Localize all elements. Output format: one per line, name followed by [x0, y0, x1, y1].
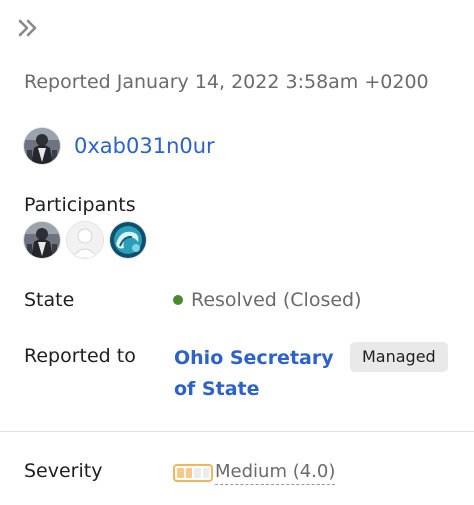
- reported-date: Reported January 14, 2022 3:58am +0200: [24, 71, 429, 93]
- state-value: Resolved (Closed): [173, 289, 362, 311]
- severity-value[interactable]: Medium (4.0): [173, 460, 336, 485]
- double-chevron-right-icon: [18, 19, 37, 37]
- section-divider: [0, 431, 474, 432]
- severity-meter-segment: [185, 467, 192, 478]
- participant-avatar-wave[interactable]: [110, 222, 146, 258]
- state-value-text: Resolved (Closed): [191, 289, 362, 311]
- program-link[interactable]: Ohio Secretary of State: [174, 343, 346, 405]
- managed-badge: Managed: [350, 342, 448, 372]
- reporter: 0xab031n0ur: [24, 126, 215, 166]
- participants-label: Participants: [24, 194, 136, 216]
- severity-meter-segment: [177, 467, 184, 478]
- status-dot-icon: [173, 295, 183, 305]
- severity-meter-icon: [173, 463, 213, 482]
- severity-value-text: Medium (4.0): [215, 460, 336, 485]
- participants-list: [24, 222, 153, 258]
- reporter-username-link[interactable]: 0xab031n0ur: [74, 134, 215, 158]
- participant-avatar-default[interactable]: [67, 222, 103, 258]
- severity-label: Severity: [24, 460, 103, 482]
- participant-avatar-hacker[interactable]: [24, 222, 60, 258]
- severity-meter-segment: [194, 467, 201, 478]
- severity-meter-segment: [202, 467, 209, 478]
- reporter-avatar[interactable]: [24, 128, 60, 164]
- collapse-sidebar-button[interactable]: [14, 14, 42, 42]
- state-label: State: [24, 289, 75, 311]
- reported-to-label: Reported to: [24, 345, 136, 367]
